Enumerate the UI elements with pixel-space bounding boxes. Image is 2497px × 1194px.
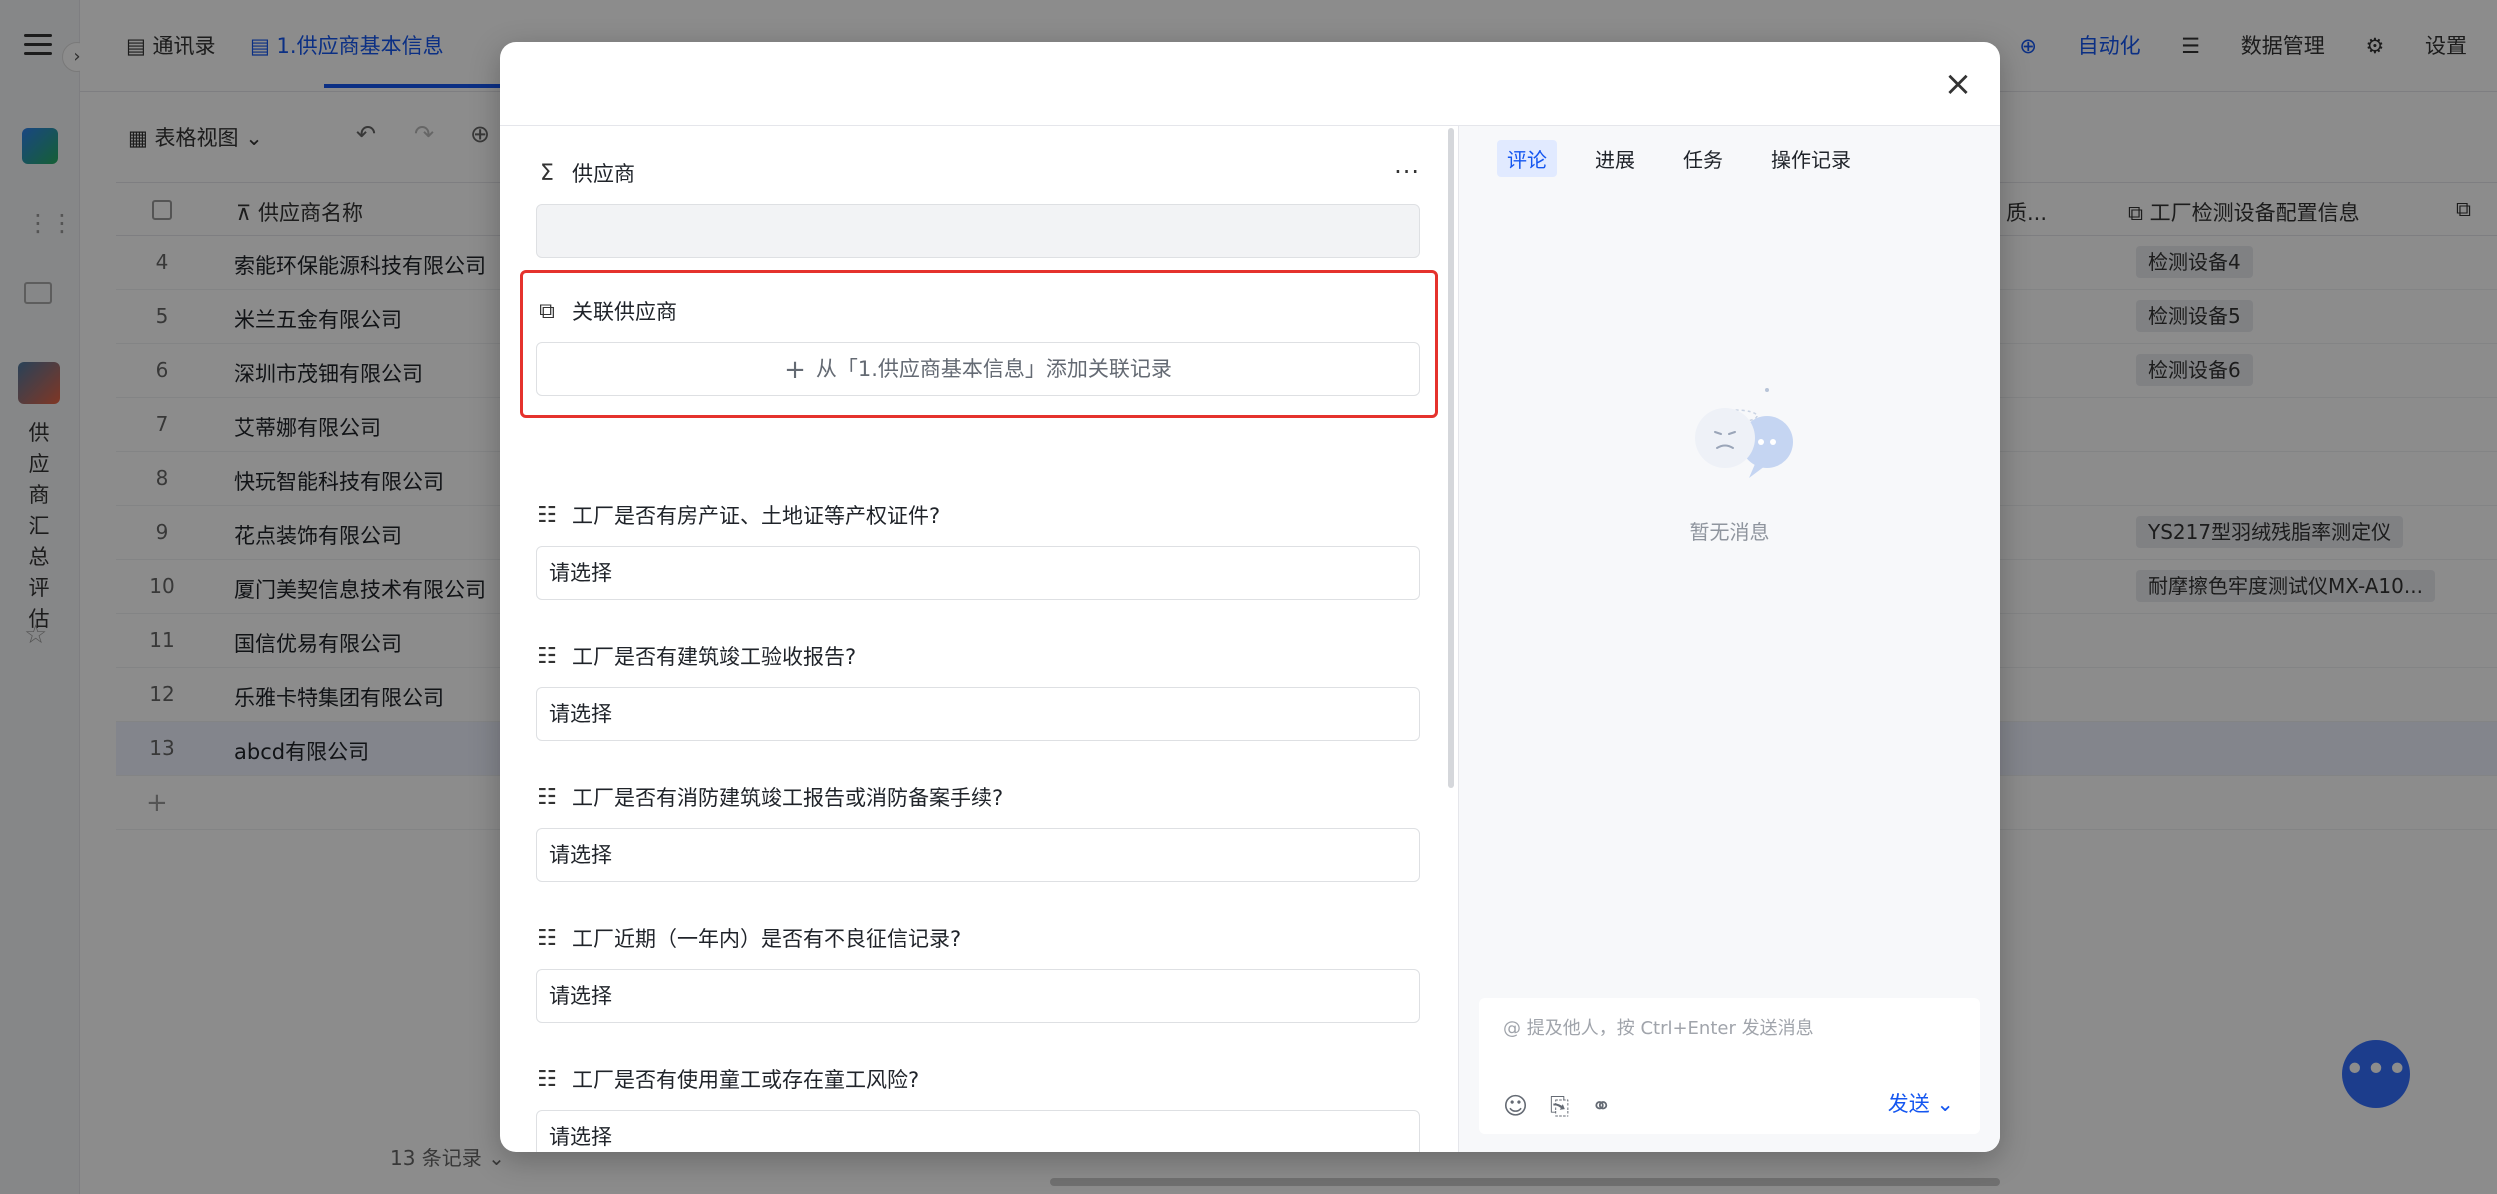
field-label: 供应商 <box>572 162 635 186</box>
record-detail-modal: × Σ 供应商 ··· ⧉ 关联供应商 +从「1.供应商基本信息」添加关联记录 <box>500 42 2000 1152</box>
single-select-icon: ☷ <box>537 926 557 951</box>
add-linked-record-button[interactable]: + 从「1.供应商基本信息」添加关联记录 <box>536 342 1420 396</box>
field-fire-filing: ☷ 工厂是否有消防建筑竣工报告或消防备案手续? 请选择 <box>536 782 1420 882</box>
empty-chat-illustration-icon <box>1695 388 1793 478</box>
tab-comments[interactable]: 评论 <box>1497 140 1557 177</box>
tab-progress[interactable]: 进展 <box>1585 140 1645 177</box>
field-label: 工厂是否有建筑竣工验收报告? <box>572 645 857 669</box>
tab-tasks[interactable]: 任务 <box>1673 140 1733 177</box>
send-button[interactable]: 发送 ⌄ <box>1888 1088 1954 1118</box>
activity-panel: 评论 进展 任务 操作记录 暂无消息 @ 提及他人，按 Ctrl+Enter 发… <box>1458 126 2000 1152</box>
select-input[interactable]: 请选择 <box>536 546 1420 600</box>
field-label: 工厂近期（一年内）是否有不良征信记录? <box>572 927 962 951</box>
tab-history[interactable]: 操作记录 <box>1761 140 1861 177</box>
comment-composer: @ 提及他人，按 Ctrl+Enter 发送消息 ☺ ⎘ ⚭ 发送 ⌄ <box>1479 998 1980 1134</box>
field-label: 关联供应商 <box>572 300 677 324</box>
single-select-icon: ☷ <box>537 503 557 528</box>
select-input[interactable]: 请选择 <box>536 828 1420 882</box>
field-completion-report: ☷ 工厂是否有建筑竣工验收报告? 请选择 <box>536 641 1420 741</box>
field-credit-record: ☷ 工厂近期（一年内）是否有不良征信记录? 请选择 <box>536 923 1420 1023</box>
form-scrollbar[interactable] <box>1448 128 1454 788</box>
activity-tabs: 评论 进展 任务 操作记录 <box>1497 140 1861 177</box>
single-select-icon: ☷ <box>537 785 557 810</box>
attachment-icon[interactable]: ⎘ <box>1550 1092 1569 1120</box>
select-input[interactable]: 请选择 <box>536 1110 1420 1152</box>
comment-input[interactable]: @ 提及他人，按 Ctrl+Enter 发送消息 <box>1503 1014 1814 1040</box>
link-icon[interactable]: ⚭ <box>1591 1092 1611 1120</box>
empty-state-text: 暂无消息 <box>1689 520 1770 544</box>
chevron-down-icon[interactable]: ⌄ <box>1936 1092 1954 1116</box>
select-input[interactable]: 请选择 <box>536 687 1420 741</box>
formula-value-box <box>536 204 1420 258</box>
single-select-icon: ☷ <box>537 1067 557 1092</box>
more-options-icon[interactable]: ··· <box>1394 158 1420 186</box>
field-linked-supplier: ⧉ 关联供应商 + 从「1.供应商基本信息」添加关联记录 <box>536 296 1420 396</box>
emoji-icon[interactable]: ☺ <box>1503 1092 1528 1120</box>
field-property-certificate: ☷ 工厂是否有房产证、土地证等产权证件? 请选择 <box>536 500 1420 600</box>
field-child-labor: ☷ 工厂是否有使用童工或存在童工风险? 请选择 <box>536 1064 1420 1152</box>
formula-icon: Σ <box>540 161 554 186</box>
field-label: 工厂是否有房产证、土地证等产权证件? <box>572 504 941 528</box>
close-icon[interactable]: × <box>1938 64 1978 104</box>
modal-header: × <box>500 42 2000 126</box>
single-select-icon: ☷ <box>537 644 557 669</box>
field-supplier: Σ 供应商 ··· <box>536 158 1420 258</box>
link-icon: ⧉ <box>539 299 555 324</box>
record-form: Σ 供应商 ··· ⧉ 关联供应商 + 从「1.供应商基本信息」添加关联记录 ☷ … <box>500 126 1456 1152</box>
select-input[interactable]: 请选择 <box>536 969 1420 1023</box>
plus-icon: + <box>784 355 806 385</box>
field-label: 工厂是否有使用童工或存在童工风险? <box>572 1068 920 1092</box>
field-label: 工厂是否有消防建筑竣工报告或消防备案手续? <box>572 786 1004 810</box>
